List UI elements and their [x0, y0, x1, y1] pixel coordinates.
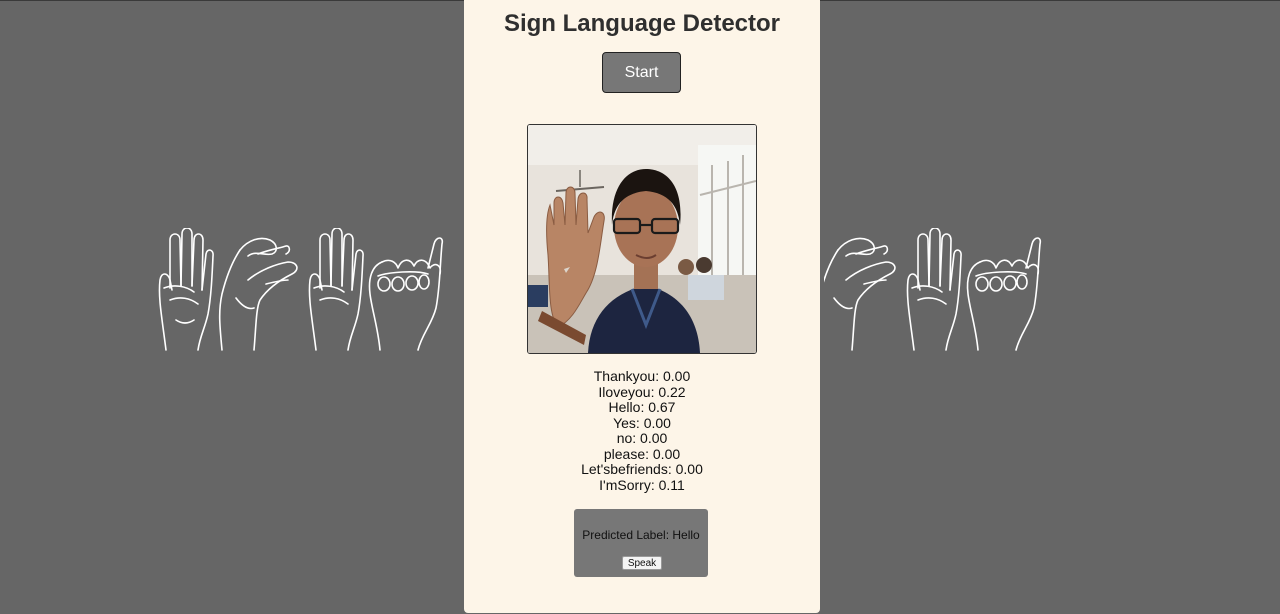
score-row: no: 0.00 — [616, 430, 668, 446]
score-row: Thankyou: 0.00 — [593, 368, 691, 384]
prediction-scores: Thankyou: 0.00 Iloveyou: 0.22 Hello: 0.6… — [464, 368, 820, 493]
score-row: please: 0.00 — [603, 445, 681, 462]
predicted-label-box: Predicted Label: Hello Speak — [574, 509, 708, 577]
asl-hands-left-icon — [156, 227, 446, 354]
asl-hands-right-icon — [816, 227, 1044, 354]
start-button[interactable]: Start — [602, 52, 681, 93]
score-row: Hello: 0.67 — [608, 399, 676, 415]
detector-panel: Sign Language Detector Start Thankyou: 0… — [464, 0, 820, 613]
predicted-label: Predicted Label: Hello — [582, 528, 700, 542]
page-title: Sign Language Detector — [503, 10, 781, 37]
speak-button[interactable]: Speak — [622, 556, 662, 570]
score-row: I'mSorry: 0.11 — [599, 476, 685, 493]
score-row: Let'sbefriends: 0.00 — [581, 461, 703, 477]
webcam-feed — [527, 124, 757, 354]
score-row: Yes: 0.00 — [613, 414, 671, 431]
score-row: Iloveyou: 0.22 — [598, 383, 686, 400]
